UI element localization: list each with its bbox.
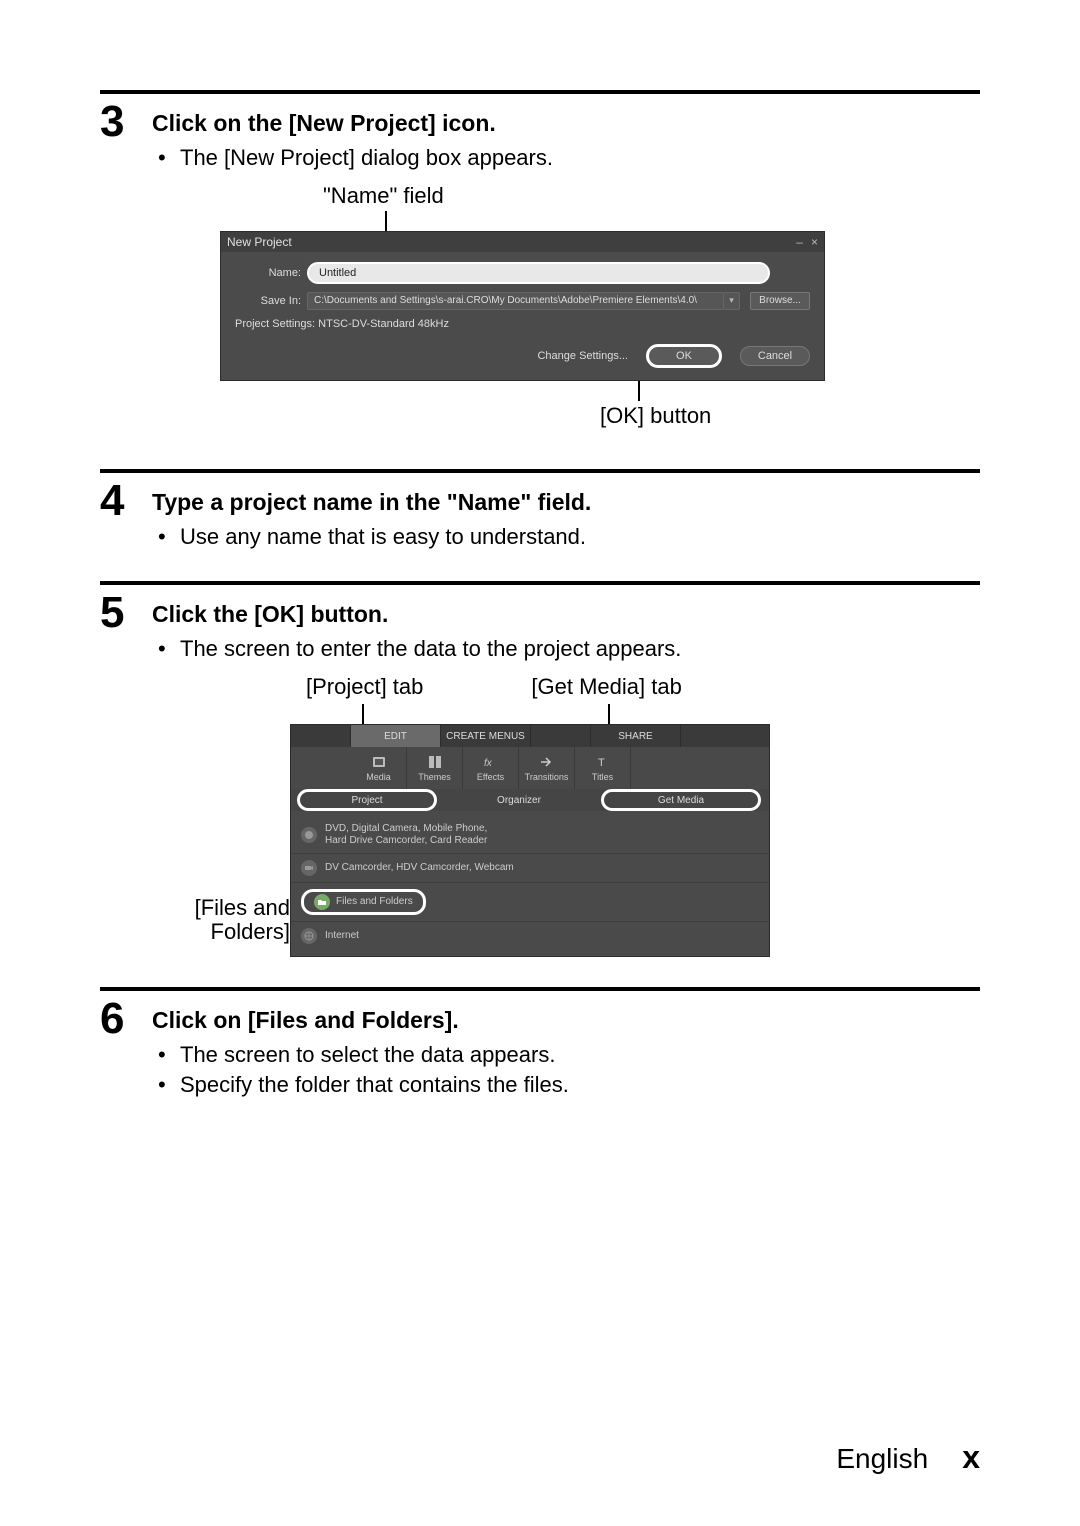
source-internet[interactable]: Internet <box>291 922 769 950</box>
new-project-dialog: New Project – × Name: Untitled Save In: … <box>220 231 825 381</box>
change-settings-button[interactable]: Change Settings... <box>537 350 628 362</box>
step-divider <box>100 987 980 991</box>
tab-edit[interactable]: EDIT <box>351 725 441 747</box>
tool-spacer <box>631 747 769 789</box>
ok-button[interactable]: OK <box>646 344 722 368</box>
annotation-ok-button: [OK] button <box>600 403 980 429</box>
source-files-and-folders[interactable]: Files and Folders <box>291 883 769 922</box>
tab-share[interactable]: SHARE <box>591 725 681 747</box>
media-icon <box>371 754 387 770</box>
step-5: 5 Click the [OK] button. The screen to e… <box>100 581 980 957</box>
tool-titles[interactable]: T Titles <box>575 747 631 789</box>
media-source-list: DVD, Digital Camera, Mobile Phone, Hard … <box>291 811 769 956</box>
titles-icon: T <box>595 754 611 770</box>
step-number-5: 5 <box>100 591 152 635</box>
annotation-tick <box>608 704 610 724</box>
step-5-bullet-1: The screen to enter the data to the proj… <box>180 634 980 664</box>
themes-icon <box>427 754 443 770</box>
footer-page-number: x <box>962 1439 980 1476</box>
annotation-project-tab: [Project] tab <box>306 674 423 700</box>
svg-text:fx: fx <box>484 758 493 769</box>
close-icon[interactable]: × <box>811 235 818 249</box>
step-divider <box>100 469 980 473</box>
tool-transitions[interactable]: Transitions <box>519 747 575 789</box>
footer-language: English <box>836 1443 928 1475</box>
name-input[interactable]: Untitled <box>307 262 770 284</box>
step-4-bullet-1: Use any name that is easy to understand. <box>180 522 980 552</box>
svg-text:T: T <box>598 757 605 769</box>
annotation-name-field: "Name" field <box>323 183 980 209</box>
source-dvd-camera[interactable]: DVD, Digital Camera, Mobile Phone, Hard … <box>291 817 769 854</box>
subtab-project[interactable]: Project <box>297 789 437 811</box>
browse-button[interactable]: Browse... <box>750 292 810 310</box>
step-3-bullet-1: The [New Project] dialog box appears. <box>180 143 980 173</box>
step-3-heading: Click on the [New Project] icon. <box>152 110 980 137</box>
device-icon <box>301 827 317 843</box>
tab-spacer <box>291 725 351 747</box>
transitions-icon <box>539 754 555 770</box>
step-6-bullet-1: The screen to select the data appears. <box>180 1040 980 1070</box>
step-3: 3 Click on the [New Project] icon. The [… <box>100 90 980 429</box>
dialog-title: New Project <box>227 235 292 249</box>
annotation-tick <box>638 381 640 401</box>
editor-panel: EDIT CREATE MENUS SHARE Media <box>290 724 770 957</box>
step-divider <box>100 581 980 585</box>
source-label: DV Camcorder, HDV Camcorder, Webcam <box>325 862 759 874</box>
name-label: Name: <box>235 267 301 279</box>
step-divider <box>100 90 980 94</box>
step-number-3: 3 <box>100 100 152 144</box>
step-6-bullet-2: Specify the folder that contains the fil… <box>180 1070 980 1100</box>
step-4: 4 Type a project name in the "Name" fiel… <box>100 469 980 552</box>
annotation-tick <box>385 211 387 231</box>
subtab-get-media[interactable]: Get Media <box>601 789 761 811</box>
step-6: 6 Click on [Files and Folders]. The scre… <box>100 987 980 1099</box>
step-6-heading: Click on [Files and Folders]. <box>152 1007 980 1034</box>
chevron-down-icon[interactable]: ▾ <box>724 292 740 310</box>
cancel-button[interactable]: Cancel <box>740 346 810 366</box>
source-label: Internet <box>325 930 759 942</box>
tool-themes-label: Themes <box>418 772 451 782</box>
project-settings-text: Project Settings: NTSC-DV-Standard 48kHz <box>235 318 810 330</box>
subtab-organizer[interactable]: Organizer <box>449 789 589 811</box>
source-label: DVD, Digital Camera, Mobile Phone, Hard … <box>325 823 759 847</box>
step-number-4: 4 <box>100 479 152 523</box>
effects-icon: fx <box>483 754 499 770</box>
save-in-label: Save In: <box>235 295 301 307</box>
source-label: Files and Folders <box>336 896 413 908</box>
tool-effects[interactable]: fx Effects <box>463 747 519 789</box>
tool-media[interactable]: Media <box>351 747 407 789</box>
source-camcorder[interactable]: DV Camcorder, HDV Camcorder, Webcam <box>291 854 769 883</box>
annotation-files-and-folders: [Files and Folders] <box>195 895 290 944</box>
page-footer: English x <box>836 1439 980 1476</box>
save-in-input[interactable]: C:\Documents and Settings\s-arai.CRO\My … <box>307 292 724 310</box>
tool-effects-label: Effects <box>477 772 504 782</box>
tool-themes[interactable]: Themes <box>407 747 463 789</box>
annotation-get-media-tab: [Get Media] tab <box>531 674 681 700</box>
tab-create-menus[interactable]: CREATE MENUS <box>441 725 531 747</box>
annotation-tick <box>362 704 364 724</box>
tab-spacer <box>531 725 591 747</box>
tool-titles-label: Titles <box>592 772 613 782</box>
minimize-icon[interactable]: – <box>796 235 803 249</box>
tool-media-label: Media <box>366 772 391 782</box>
tool-spacer <box>291 747 351 789</box>
tool-transitions-label: Transitions <box>525 772 569 782</box>
step-4-heading: Type a project name in the "Name" field. <box>152 489 980 516</box>
step-5-heading: Click the [OK] button. <box>152 601 980 628</box>
step-number-6: 6 <box>100 997 152 1041</box>
folder-icon <box>314 894 330 910</box>
camcorder-icon <box>301 860 317 876</box>
globe-icon <box>301 928 317 944</box>
